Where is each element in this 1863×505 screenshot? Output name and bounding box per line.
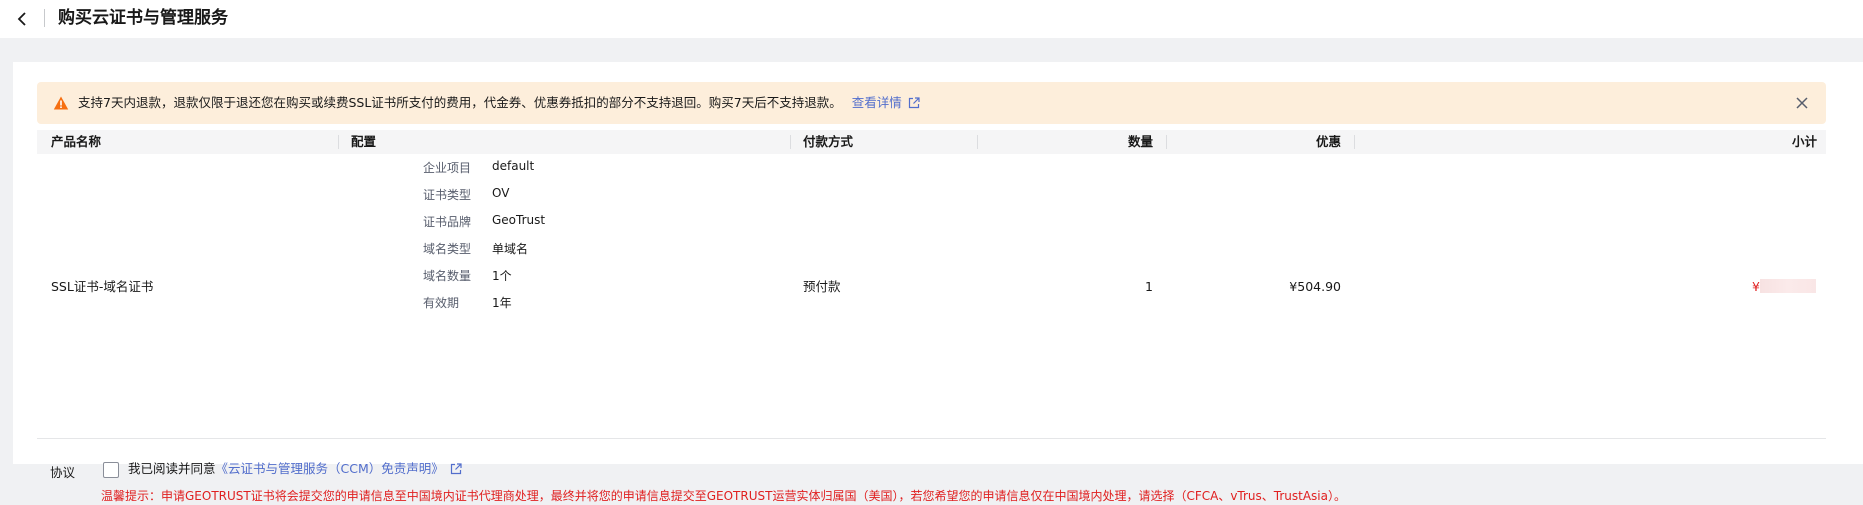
agreement-label: 协议 [50,465,76,480]
discount-value: ¥504.90 [1289,279,1341,294]
config-label: 企业项目 [423,161,472,175]
redacted-amount [1759,279,1816,293]
column-header-config: 配置 [351,134,377,149]
column-divider [1354,135,1355,149]
geotrust-warning: 温馨提示：申请GEOTRUST证书将会提交您的申请信息至中国境内证书代理商处理，… [101,489,1346,503]
top-bar: 购买云证书与管理服务 [0,0,1863,38]
notice-link-label: 查看详情 [851,95,902,110]
subtotal-value: ¥ [1752,278,1827,296]
subtotal-currency: ¥ [1752,279,1760,294]
back-button[interactable] [14,9,30,29]
column-header-discount: 优惠 [1315,134,1341,149]
product-name: SSL证书-域名证书 [51,279,154,294]
order-card: 支持7天内退款，退款仅限于退还您在购买或续费SSL证书所支付的费用，代金券、优惠… [13,62,1863,503]
notice-text-wrap: 支持7天内退款，退款仅限于退还您在购买或续费SSL证书所支付的费用，代金券、优惠… [78,94,920,112]
quantity-value: 1 [1145,279,1153,294]
external-link-icon [908,97,920,109]
column-divider [977,135,978,149]
payment-method: 预付款 [803,279,841,294]
config-value: 单域名 [492,242,529,256]
table-row: SSL证书-域名证书 企业项目 default 证书类型 OV 证书品牌 Geo… [37,159,1826,439]
config-label: 域名数量 [423,269,472,283]
disclaimer-link[interactable]: 《云证书与管理服务（CCM）免责声明》 [216,461,444,476]
config-value: 1年 [492,296,512,310]
agreement-prefix: 我已阅读并同意 [128,461,216,476]
config-label: 有效期 [423,296,460,310]
column-header-product: 产品名称 [51,134,102,149]
agreement-checkbox[interactable] [103,462,119,478]
column-divider [1166,135,1167,149]
column-header-payment: 付款方式 [803,134,854,149]
config-label: 证书品牌 [423,215,472,229]
config-label: 域名类型 [423,242,472,256]
chevron-left-icon [17,12,26,26]
config-value: 1个 [492,269,512,283]
table-header: 产品名称 配置 付款方式 数量 优惠 小计 [37,130,1826,154]
column-header-subtotal: 小计 [1791,134,1817,149]
notice-text: 支持7天内退款，退款仅限于退还您在购买或续费SSL证书所支付的费用，代金券、优惠… [78,95,842,110]
divider [44,9,45,27]
config-value: GeoTrust [492,213,546,227]
config-label: 证书类型 [423,188,472,202]
external-link-icon[interactable] [450,463,462,475]
warning-icon [53,96,69,110]
close-icon[interactable] [1794,95,1810,111]
column-divider [790,135,791,149]
row-divider [37,438,1826,439]
config-value: default [492,159,535,173]
column-header-quantity: 数量 [1127,134,1153,149]
refund-notice: 支持7天内退款，退款仅限于退还您在购买或续费SSL证书所支付的费用，代金券、优惠… [37,82,1826,124]
config-value: OV [492,186,510,200]
column-divider [338,135,339,149]
agreement-text: 我已阅读并同意《云证书与管理服务（CCM）免责声明》 [128,460,462,478]
notice-details-link[interactable]: 查看详情 [852,95,920,110]
page-title: 购买云证书与管理服务 [58,8,228,28]
